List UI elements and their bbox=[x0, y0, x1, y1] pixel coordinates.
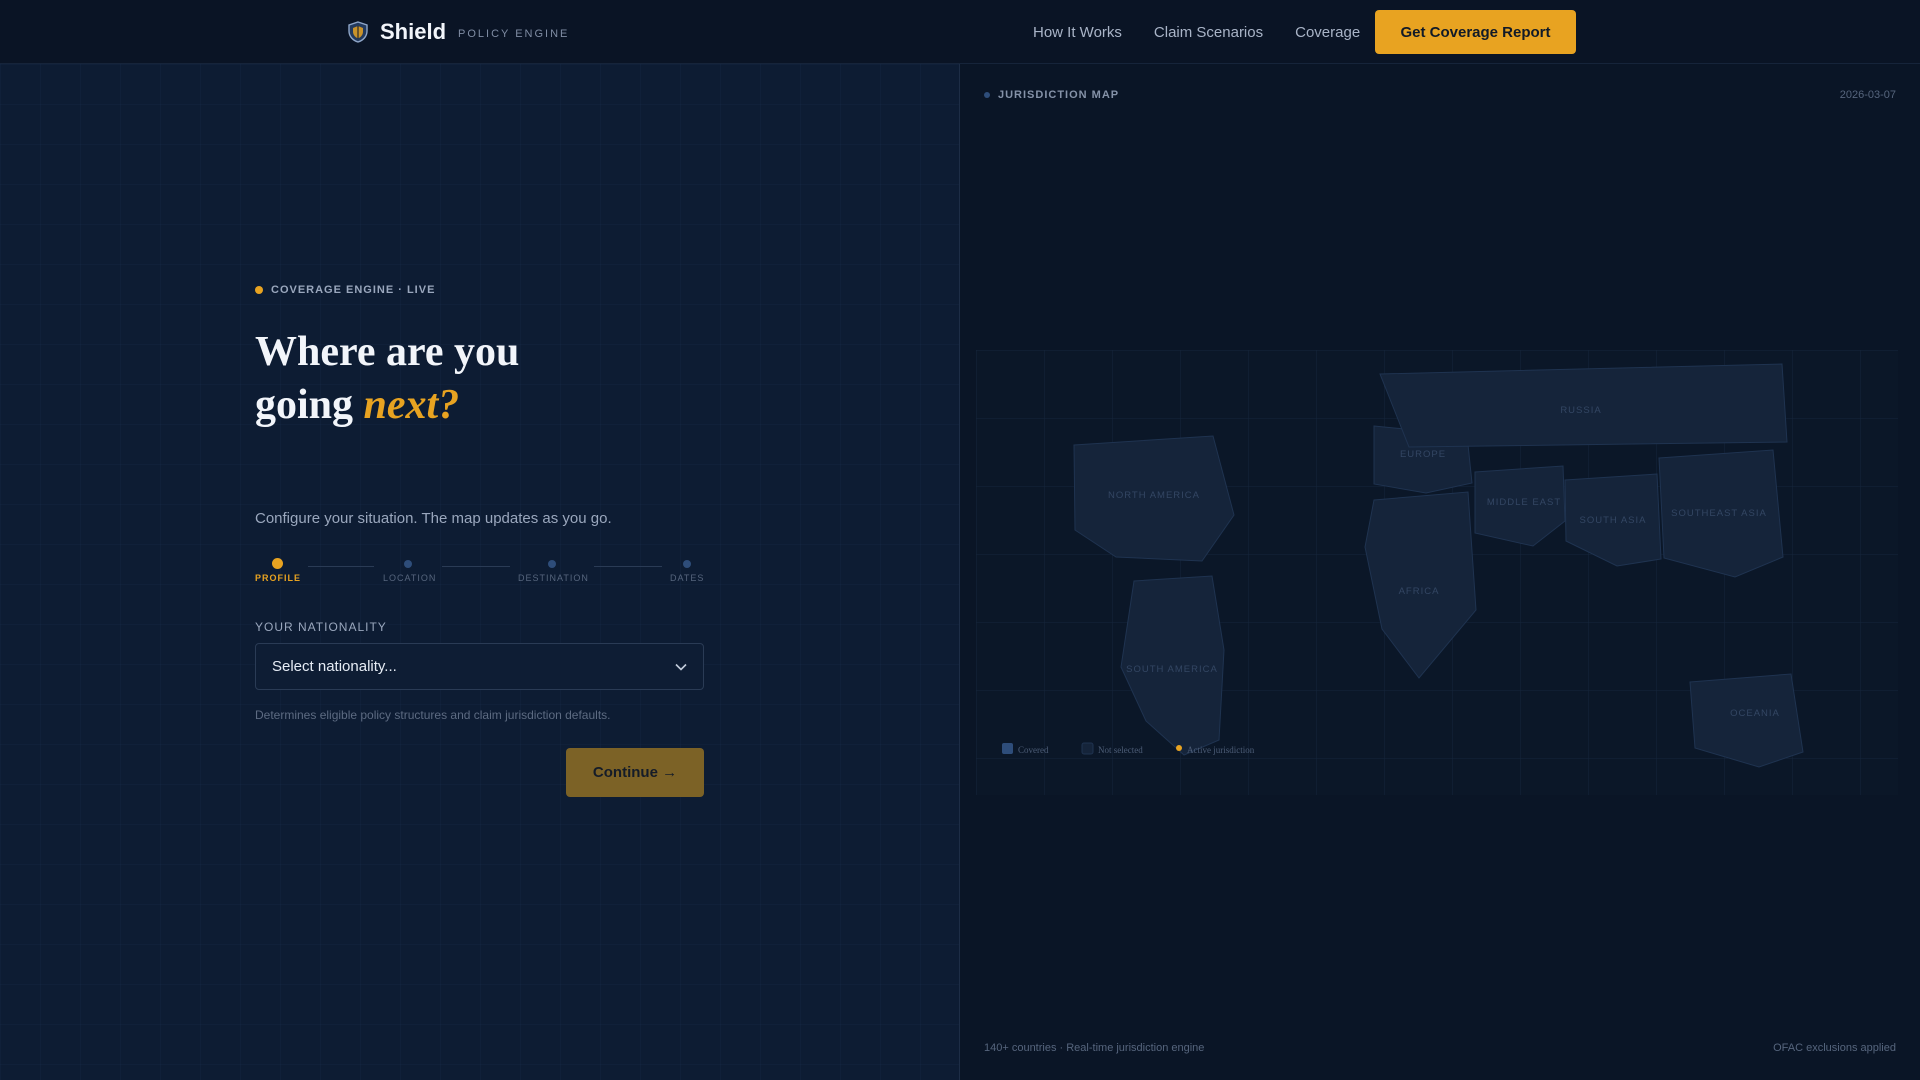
step-label: DATES bbox=[670, 573, 705, 583]
nationality-hint: Determines eligible policy structures an… bbox=[255, 708, 611, 722]
region-label: NORTH AMERICA bbox=[1108, 490, 1200, 501]
headline-line-1: Where are you bbox=[255, 329, 520, 375]
step-connector bbox=[308, 566, 374, 567]
map-indicator-dot bbox=[984, 92, 990, 98]
live-indicator-dot bbox=[255, 286, 263, 294]
step-dot bbox=[548, 560, 556, 568]
step-dot bbox=[271, 558, 283, 569]
step-profile[interactable]: PROFILE bbox=[255, 558, 302, 583]
shield-icon bbox=[348, 21, 368, 43]
region-label: SOUTH ASIA bbox=[1579, 515, 1646, 526]
legend-not-selected: Not selected bbox=[1098, 745, 1143, 755]
step-label: DESTINATION bbox=[518, 573, 589, 583]
headline-accent: next? bbox=[363, 382, 460, 428]
map-footer-ofac: OFAC exclusions applied bbox=[1773, 1042, 1896, 1054]
map-footer-coverage: 140+ countries · Real-time jurisdiction … bbox=[984, 1042, 1205, 1054]
step-dates[interactable]: DATES bbox=[670, 558, 704, 583]
chevron-down-icon bbox=[675, 663, 687, 671]
step-dot bbox=[404, 560, 412, 568]
top-nav: Shield POLICY ENGINE How It Works Claim … bbox=[0, 0, 1920, 64]
step-label: PROFILE bbox=[255, 573, 302, 583]
region-label: SOUTHEAST ASIA bbox=[1671, 508, 1767, 519]
legend-not-selected-swatch bbox=[1081, 742, 1094, 755]
region-label: SOUTH AMERICA bbox=[1126, 664, 1218, 675]
map-title: JURISDICTION MAP bbox=[998, 89, 1120, 101]
headline-line-2: going bbox=[255, 382, 364, 428]
region-label: MIDDLE EAST bbox=[1487, 497, 1561, 508]
nav-links: How It Works Claim Scenarios Coverage bbox=[1033, 0, 1360, 64]
live-badge: COVERAGE ENGINE · LIVE bbox=[255, 284, 435, 296]
nav-link-claim-scenarios[interactable]: Claim Scenarios bbox=[1154, 24, 1263, 41]
step-dot bbox=[683, 560, 691, 568]
get-coverage-report-button[interactable]: Get Coverage Report bbox=[1375, 10, 1576, 54]
progress-stepper: PROFILE LOCATION DESTINATION DATES bbox=[255, 558, 704, 584]
step-label: LOCATION bbox=[383, 573, 437, 583]
page-subtitle: Configure your situation. The map update… bbox=[255, 510, 612, 527]
region-label: OCEANIA bbox=[1730, 708, 1780, 719]
step-connector bbox=[594, 566, 662, 567]
legend-covered: Covered bbox=[1018, 745, 1049, 755]
nationality-label: YOUR NATIONALITY bbox=[255, 620, 387, 634]
step-destination[interactable]: DESTINATION bbox=[518, 558, 589, 583]
world-map: NORTH AMERICA SOUTH AMERICA EUROPE RUSSI… bbox=[976, 350, 1898, 795]
step-location[interactable]: LOCATION bbox=[383, 558, 437, 583]
page-title: Where are you going next? bbox=[255, 326, 519, 432]
region-label: RUSSIA bbox=[1560, 405, 1601, 416]
legend-active-swatch bbox=[1176, 745, 1182, 751]
brand-name: Shield bbox=[380, 19, 447, 44]
brand-subtitle: POLICY ENGINE bbox=[458, 27, 570, 40]
nav-link-how-it-works[interactable]: How It Works bbox=[1033, 24, 1122, 41]
map-legend: Covered Not selected Active jurisdiction bbox=[1002, 742, 1255, 755]
map-date: 2026-03-07 bbox=[1839, 89, 1896, 101]
legend-active: Active jurisdiction bbox=[1187, 745, 1255, 755]
map-header: JURISDICTION MAP bbox=[984, 89, 1119, 101]
region-label: EUROPE bbox=[1400, 449, 1446, 460]
continue-button[interactable]: Continue → bbox=[566, 748, 704, 797]
nav-link-coverage[interactable]: Coverage bbox=[1295, 24, 1360, 41]
step-connector bbox=[442, 566, 510, 567]
legend-covered-swatch bbox=[1002, 743, 1013, 754]
region-label: AFRICA bbox=[1399, 586, 1440, 597]
nationality-select-value: Select nationality... bbox=[272, 658, 397, 675]
live-badge-text: COVERAGE ENGINE · LIVE bbox=[271, 284, 436, 296]
nationality-select[interactable]: Select nationality... bbox=[255, 643, 704, 690]
brand[interactable]: Shield POLICY ENGINE bbox=[346, 19, 570, 44]
